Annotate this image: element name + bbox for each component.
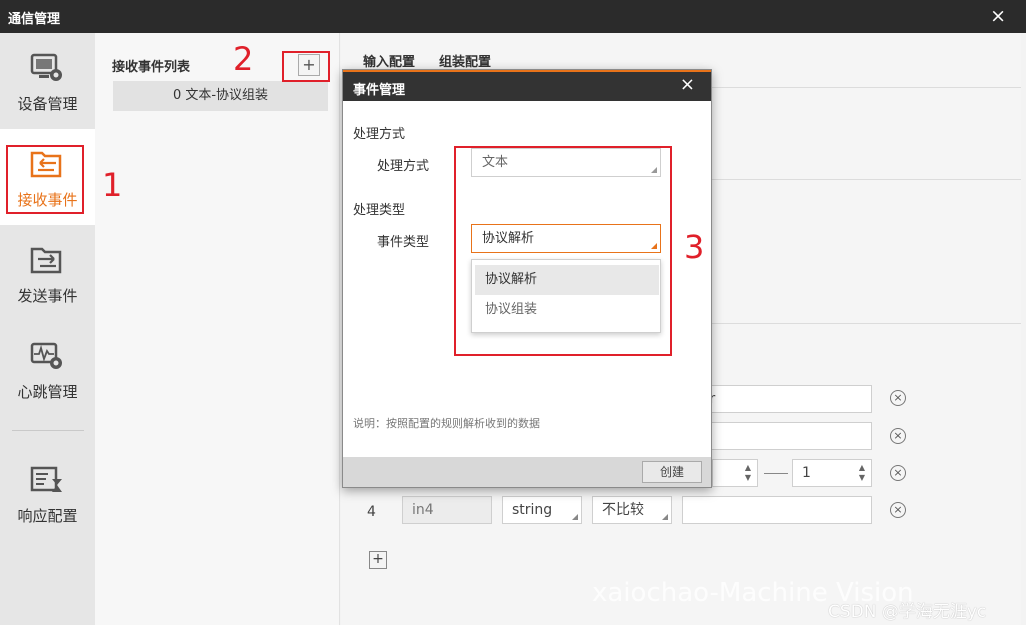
- sidebar-item-label: 响应配置: [17, 507, 78, 525]
- dialog-close-icon[interactable]: ×: [680, 74, 695, 95]
- response-config-icon: [30, 466, 62, 492]
- row-name-field: in4: [402, 496, 492, 524]
- window-title: 通信管理: [8, 12, 61, 27]
- number-stepper[interactable]: 1 ▲ ▼: [792, 459, 872, 487]
- stepper-value: 1: [802, 465, 811, 481]
- row-value-field[interactable]: [682, 496, 872, 524]
- sidebar-item-device-management[interactable]: 设备管理: [0, 33, 95, 129]
- dialog-footer: 创建: [343, 457, 711, 487]
- annotation-number-2: 2: [233, 40, 254, 78]
- dialog-header: 事件管理 ×: [343, 72, 711, 101]
- dropdown-corner-icon: [572, 514, 578, 520]
- number-stepper[interactable]: ▲ ▼: [712, 459, 758, 487]
- dialog-note: 说明：按照配置的规则解析收到的数据: [353, 417, 540, 430]
- create-button[interactable]: 创建: [642, 461, 702, 483]
- sidebar-item-send-event[interactable]: 发送事件: [0, 225, 95, 321]
- window-titlebar: 通信管理 ×: [0, 0, 1026, 33]
- divider: [711, 323, 1021, 324]
- row-name-text: in4: [412, 502, 434, 518]
- annotation-box-3: [454, 146, 672, 356]
- receive-event-list-panel: 接收事件列表 + 0 文本-协议组装: [95, 33, 340, 625]
- row-compare-select[interactable]: 不比较: [592, 496, 672, 524]
- section-heading-processing-type: 处理类型: [353, 203, 406, 218]
- receive-event-list-title: 接收事件列表: [112, 60, 191, 75]
- remove-row-icon[interactable]: ×: [890, 390, 906, 406]
- csdn-watermark: CSDN @学海无涯yc: [828, 602, 987, 622]
- sidebar-item-heartbeat[interactable]: 心跳管理: [0, 321, 95, 417]
- tab-assemble-config[interactable]: 组装配置: [439, 51, 491, 70]
- tab-input-config[interactable]: 输入配置: [363, 51, 415, 70]
- divider: [711, 179, 1021, 180]
- row-type-select[interactable]: string: [502, 496, 582, 524]
- sidebar: 设备管理 接收事件 发送事件 心跳管理 响应配置: [0, 33, 95, 625]
- add-row-button[interactable]: +: [369, 551, 387, 569]
- heartbeat-gear-icon: [30, 342, 62, 369]
- annotation-box-1: [6, 145, 84, 214]
- annotation-number-3: 3: [684, 228, 705, 266]
- event-type-label: 事件类型: [377, 235, 430, 250]
- annotation-box-2: [282, 51, 330, 82]
- range-dash: [764, 473, 788, 474]
- stepper-arrows-icon[interactable]: ▲ ▼: [745, 463, 751, 483]
- divider: [711, 87, 1021, 88]
- remove-row-icon[interactable]: ×: [890, 428, 906, 444]
- row-type-text: string: [512, 502, 553, 518]
- remove-row-icon[interactable]: ×: [890, 502, 906, 518]
- stepper-arrows-icon[interactable]: ▲ ▼: [859, 463, 865, 483]
- sidebar-item-response-config[interactable]: 响应配置: [0, 445, 95, 541]
- sidebar-divider: [12, 430, 84, 431]
- list-item[interactable]: 0 文本-协议组装: [113, 81, 328, 111]
- sidebar-item-label: 心跳管理: [17, 383, 78, 401]
- processing-mode-label: 处理方式: [377, 159, 430, 174]
- window-close-icon[interactable]: ×: [990, 5, 1006, 27]
- monitor-gear-icon: [30, 53, 62, 81]
- send-event-icon: [30, 247, 62, 274]
- sidebar-item-label: 发送事件: [17, 287, 78, 305]
- row-compare-text: 不比较: [602, 502, 644, 518]
- annotation-number-1: 1: [102, 166, 123, 204]
- remove-row-icon[interactable]: ×: [890, 465, 906, 481]
- sidebar-item-label: 设备管理: [17, 95, 78, 113]
- dialog-title: 事件管理: [353, 83, 406, 98]
- row-number: 4: [367, 504, 376, 520]
- section-heading-processing-mode: 处理方式: [353, 127, 406, 142]
- dropdown-corner-icon: [662, 514, 668, 520]
